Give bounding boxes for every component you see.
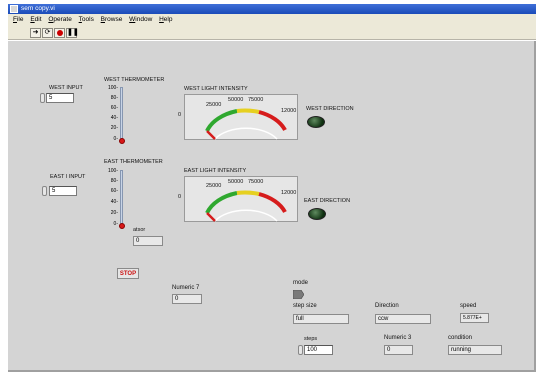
west-input-field[interactable]: 5	[46, 93, 74, 103]
mode-toggle-icon	[292, 289, 305, 300]
west-gauge-tick: 0	[178, 112, 182, 118]
menu-bar: File Edit Operate Tools Browse Window He…	[8, 14, 536, 26]
east-thermo-tick: 40-	[110, 199, 118, 205]
steps-field[interactable]: 100	[304, 345, 333, 355]
condition-label: condition	[448, 335, 473, 341]
east-input-label: EAST I INPUT	[50, 174, 86, 180]
toolbar: ➜ ⟳ ❚❚	[8, 26, 536, 40]
west-thermo-tick: 0-	[113, 136, 118, 142]
numeric7-label: Numeric 7	[172, 285, 200, 291]
numeric7-indicator: 0	[172, 294, 202, 304]
pause-icon[interactable]: ❚❚	[66, 28, 79, 38]
window-title: sem copy.vi	[21, 5, 55, 12]
east-thermometer-bulb	[118, 223, 125, 229]
west-thermo-tick: 40-	[110, 115, 118, 121]
steps-label: steps	[304, 336, 318, 342]
east-input-field[interactable]: 5	[49, 186, 77, 196]
labview-app-icon	[10, 5, 18, 13]
numeric3-indicator: 0	[384, 345, 413, 355]
east-direction-led	[308, 208, 326, 220]
menu-help[interactable]: Help	[159, 14, 172, 26]
condition-indicator: running	[448, 345, 502, 355]
title-bar: sem copy.vi	[8, 4, 536, 14]
west-thermo-tick: 60-	[110, 105, 118, 111]
west-light-intensity-gauge: 0 25000 50000 75000 12000	[178, 94, 298, 140]
speed-indicator: 5.877E+	[460, 313, 489, 323]
east-input-stepper[interactable]	[42, 186, 47, 196]
east-thermo-tick: 100-	[107, 168, 118, 174]
run-arrow-icon[interactable]: ➜	[30, 28, 41, 38]
east-direction-label: EAST DIRECTION	[304, 198, 351, 204]
menu-file[interactable]: File	[13, 14, 24, 26]
west-gauge-tick: 25000	[206, 102, 222, 108]
west-gauge-tick: 50000	[228, 97, 244, 103]
direction-label: Direction	[375, 303, 399, 309]
west-light-intensity-label: WEST LIGHT INTENSITY	[184, 86, 248, 92]
west-thermo-tick: 20-	[110, 125, 118, 131]
west-input-stepper[interactable]	[40, 93, 45, 103]
east-thermo-tick: 20-	[110, 210, 118, 216]
east-thermo-tick: 0-	[113, 221, 118, 227]
step-size-label: step size	[293, 303, 317, 309]
west-thermometer-bulb	[118, 138, 125, 144]
east-thermo-tick: 80-	[110, 178, 118, 184]
west-thermometer-label: WEST THERMOMETER	[104, 77, 165, 83]
east-gauge-tick: 0	[178, 194, 182, 200]
atsor-label: atsor	[133, 227, 146, 233]
west-thermo-tick: 80-	[110, 95, 118, 101]
west-gauge-tick: 12000	[281, 108, 297, 114]
east-gauge-tick: 25000	[206, 183, 222, 189]
east-gauge-tick: 75000	[248, 179, 264, 185]
west-input-label: WEST INPUT	[49, 85, 83, 91]
steps-stepper[interactable]	[298, 345, 303, 355]
numeric3-label: Numeric 3	[384, 335, 412, 341]
speed-label: speed	[460, 303, 477, 309]
menu-tools[interactable]: Tools	[79, 14, 94, 26]
east-gauge-tick: 12000	[281, 190, 297, 196]
menu-edit[interactable]: Edit	[30, 14, 41, 26]
west-thermo-tick: 100-	[107, 85, 118, 91]
east-gauge-tick: 50000	[228, 179, 244, 185]
east-light-intensity-gauge: 0 25000 50000 75000 12000	[178, 176, 298, 222]
west-direction-label: WEST DIRECTION	[306, 106, 354, 112]
step-size-indicator: full	[293, 314, 349, 324]
west-gauge-tick: 75000	[248, 97, 264, 103]
west-thermometer-tube	[120, 87, 123, 139]
direction-indicator: ccw	[375, 314, 431, 324]
east-light-intensity-label: EAST LIGHT INTENSITY	[184, 168, 247, 174]
menu-operate[interactable]: Operate	[48, 14, 72, 26]
west-direction-led	[307, 116, 325, 128]
menu-browse[interactable]: Browse	[101, 14, 123, 26]
east-thermo-tick: 60-	[110, 188, 118, 194]
menu-window[interactable]: Window	[129, 14, 152, 26]
mode-toggle[interactable]	[292, 289, 305, 300]
run-continuous-icon[interactable]: ⟳	[42, 28, 53, 38]
mode-label: mode	[293, 280, 309, 286]
atsor-indicator: 0	[133, 236, 163, 246]
abort-icon[interactable]	[54, 28, 65, 38]
stop-button[interactable]: STOP	[117, 268, 139, 279]
east-thermometer-label: EAST THERMOMETER	[104, 159, 163, 165]
east-thermometer-tube	[120, 170, 123, 224]
